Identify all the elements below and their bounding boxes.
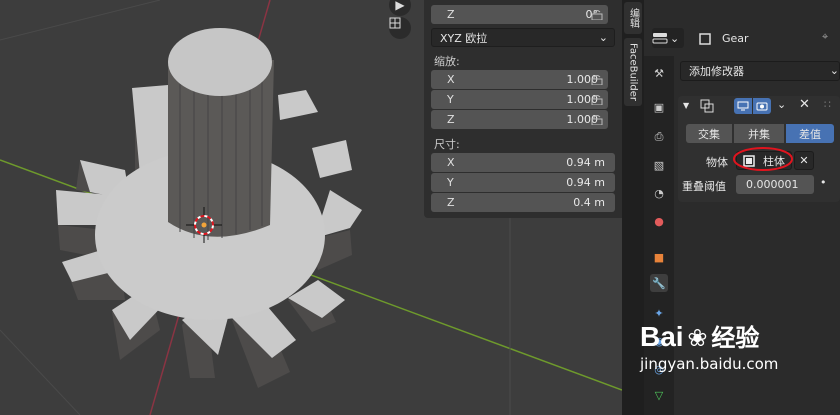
object-name: Gear — [722, 32, 749, 45]
grid-view-icon[interactable] — [389, 17, 411, 39]
transform-panel: Z 0° XYZ 欧拉 ⌄ 缩放: X 1.000 Y 1.000 Z 1.00… — [424, 0, 622, 218]
output-icon[interactable]: ⎙ — [650, 128, 668, 146]
rotation-z-field[interactable]: Z 0° — [431, 5, 608, 24]
overlap-threshold-label: 重叠阈值 — [682, 180, 726, 193]
highlight-circle — [733, 147, 793, 171]
boolean-op-label: 差值 — [799, 127, 821, 141]
tab-edit[interactable]: 编辑 — [624, 2, 642, 34]
tool-icon[interactable]: ⚒ — [650, 64, 668, 82]
world-icon[interactable]: ● — [650, 212, 668, 230]
add-modifier-dropdown[interactable]: 添加修改器 ⌄ — [680, 61, 840, 81]
boolean-modifier-icon — [700, 99, 714, 113]
collapse-arrow-icon[interactable]: ▼ — [683, 101, 689, 110]
lock-icon[interactable] — [590, 114, 604, 125]
paw-icon: ❀ — [687, 324, 708, 352]
keyframe-dot-icon[interactable]: • — [820, 176, 827, 189]
view-layer-icon[interactable]: ▧ — [650, 156, 668, 174]
chevron-down-icon: ⌄ — [598, 31, 608, 44]
add-modifier-label: 添加修改器 — [689, 65, 744, 78]
show-in-viewport-toggle[interactable] — [734, 98, 752, 114]
properties-editor-icon — [652, 33, 668, 44]
lock-icon[interactable] — [590, 94, 604, 105]
dimension-y-field[interactable]: Y 0.94 m — [431, 173, 615, 192]
scene-icon[interactable]: ◔ — [650, 184, 668, 202]
modifier-wrench-icon[interactable]: 🔧 — [650, 274, 668, 292]
dimension-z-value: 0.4 m — [573, 196, 605, 209]
camera-render-icon — [756, 102, 768, 111]
boolean-op-union[interactable]: 并集 — [734, 124, 784, 143]
dimension-y-value: 0.94 m — [566, 176, 605, 189]
object-properties-icon[interactable]: ■ — [650, 248, 668, 266]
watermark-url: jingyan.baidu.com — [640, 355, 779, 373]
data-icon[interactable]: ▽ — [650, 386, 668, 404]
scale-x-field[interactable]: X 1.000 — [431, 70, 608, 89]
dimension-z-field[interactable]: Z 0.4 m — [431, 193, 615, 212]
render-icon[interactable]: ▣ — [650, 98, 668, 116]
object-icon — [699, 33, 711, 45]
overlap-threshold-field[interactable]: 0.000001 — [736, 175, 814, 194]
clear-object-button[interactable]: ✕ — [794, 151, 814, 170]
lock-icon[interactable] — [590, 74, 604, 85]
show-in-render-toggle[interactable] — [753, 98, 771, 114]
scale-x-label: X — [447, 73, 455, 86]
boolean-op-label: 并集 — [748, 127, 770, 141]
watermark-brand-2: 经验 — [711, 324, 760, 352]
boolean-op-difference[interactable]: 差值 — [786, 124, 834, 143]
rotation-mode-dropdown[interactable]: XYZ 欧拉 ⌄ — [431, 28, 615, 47]
overlap-threshold-value: 0.000001 — [746, 178, 799, 191]
monitor-icon — [737, 101, 749, 111]
dimension-z-label: Z — [447, 196, 455, 209]
scale-y-label: Y — [447, 93, 454, 106]
editor-type-dropdown[interactable]: ⌄ — [652, 28, 684, 48]
baidu-watermark: Bai ❀ 经验 jingyan.baidu.com — [640, 318, 778, 373]
scale-y-field[interactable]: Y 1.000 — [431, 90, 608, 109]
watermark-brand: Bai — [640, 321, 684, 352]
rotation-mode-value: XYZ 欧拉 — [440, 31, 488, 45]
chevron-down-icon: ⌄ — [829, 64, 839, 77]
lock-icon[interactable] — [590, 9, 604, 20]
dimension-x-label: X — [447, 156, 455, 169]
boolean-modifier-panel: ▼ ⌄ ✕ ∷ 交集 并集 差值 物体 柱体 ✕ 重叠阈值 0.000001 • — [678, 96, 840, 202]
close-icon: ✕ — [799, 154, 809, 167]
pin-icon[interactable]: ⌖ — [822, 30, 828, 44]
dimension-y-label: Y — [447, 176, 454, 189]
dimension-x-value: 0.94 m — [566, 156, 605, 169]
dimensions-title: 尺寸: — [434, 138, 460, 151]
rotation-z-label: Z — [447, 8, 455, 21]
chevron-down-icon: ⌄ — [670, 31, 680, 45]
boolean-op-label: 交集 — [698, 127, 720, 141]
boolean-op-intersect[interactable]: 交集 — [686, 124, 732, 143]
close-icon[interactable]: ✕ — [799, 97, 810, 112]
tab-facebuilder[interactable]: FaceBuilder — [624, 38, 642, 106]
scale-z-field[interactable]: Z 1.000 — [431, 110, 608, 129]
scale-z-label: Z — [447, 113, 455, 126]
dimension-x-field[interactable]: X 0.94 m — [431, 153, 615, 172]
drag-handle-icon[interactable]: ∷ — [824, 98, 831, 111]
object-field-label: 物体 — [706, 156, 728, 169]
scale-title: 缩放: — [434, 55, 460, 68]
chevron-down-icon[interactable]: ⌄ — [777, 98, 786, 111]
